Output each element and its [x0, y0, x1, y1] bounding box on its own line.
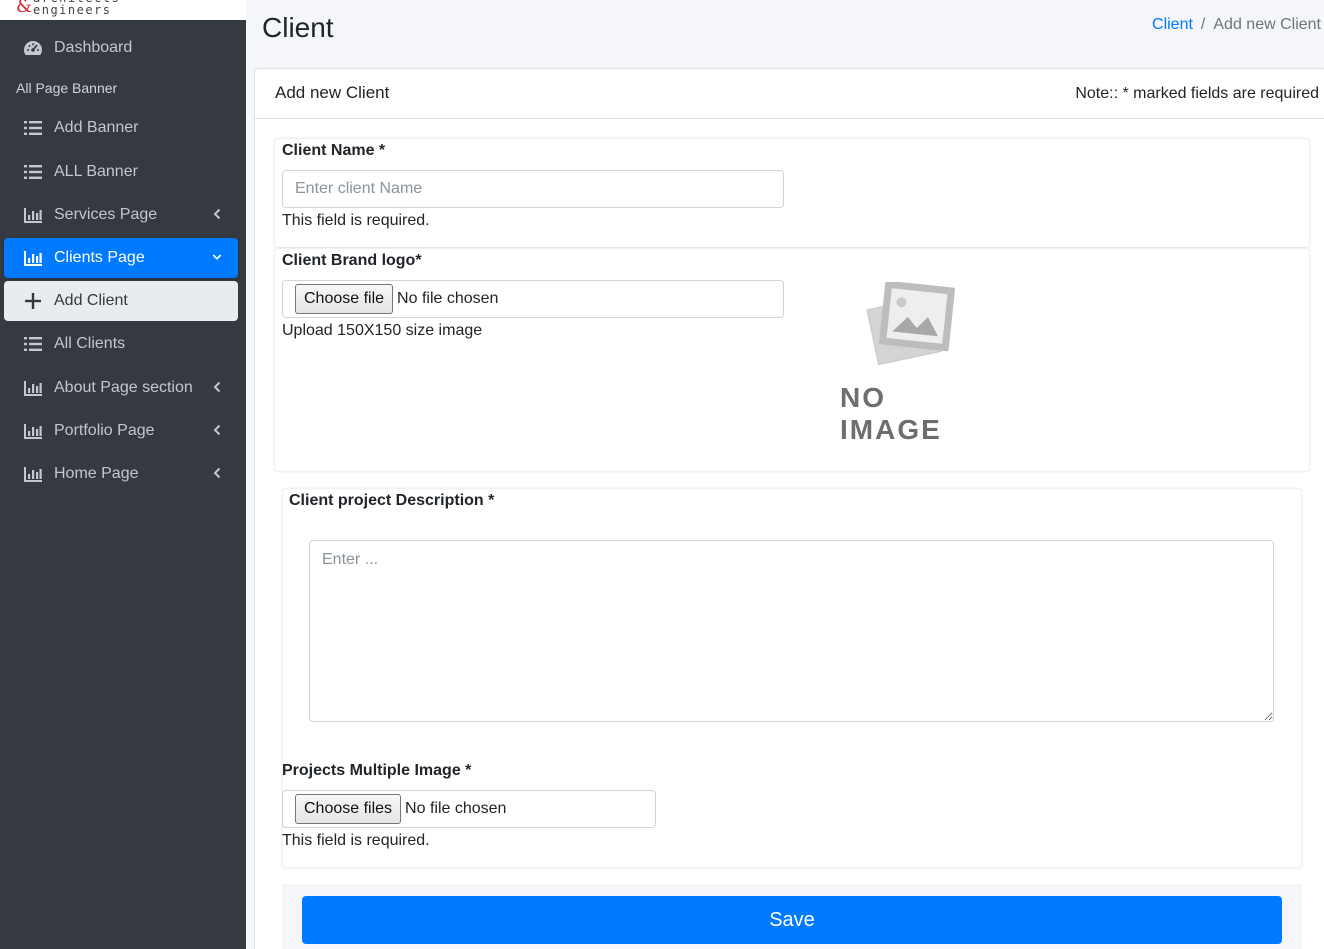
breadcrumb: Client / Add new Client [1152, 16, 1321, 34]
description-textarea[interactable] [309, 540, 1274, 722]
sidebar-item-label: Clients Page [54, 249, 145, 266]
chevron-left-icon [212, 207, 222, 221]
brand-logo-label: Client Brand logo* [282, 252, 422, 269]
multiple-image-label: Projects Multiple Image * [282, 762, 472, 779]
sidebar-item-label: About Page section [54, 379, 193, 396]
client-name-error: This field is required. [282, 212, 430, 229]
chevron-left-icon [212, 466, 222, 480]
chevron-down-icon [212, 250, 222, 264]
sidebar-item-dashboard[interactable]: Dashboard [4, 28, 238, 68]
file-status: No file chosen [397, 290, 499, 307]
sidebar-item-about-page-section[interactable]: About Page section [4, 368, 238, 408]
brand-logo-help: Upload 150X150 size image [282, 322, 483, 339]
page-title: Client [262, 12, 334, 43]
sidebar-item-services-page[interactable]: Services Page [4, 195, 238, 235]
sidebar: architects & engineers Dashboard All Pag… [0, 0, 246, 949]
chart-bar-icon [23, 378, 43, 398]
plus-icon [23, 291, 43, 311]
choose-files-button[interactable]: Choose files [295, 794, 402, 824]
list-icon [23, 334, 43, 354]
no-image-text: NO IMAGE [840, 382, 942, 445]
client-name-input[interactable] [282, 170, 784, 208]
files-status: No file chosen [405, 800, 507, 817]
sidebar-item-home-page[interactable]: Home Page [4, 454, 238, 494]
sidebar-item-clients-page[interactable]: Clients Page [4, 238, 238, 278]
save-button[interactable]: Save [302, 896, 1282, 944]
chart-bar-icon [23, 464, 43, 484]
tachometer-icon [23, 38, 43, 58]
sidebar-item-label: Services Page [54, 206, 158, 223]
description-label: Client project Description * [289, 492, 495, 509]
list-icon [23, 118, 43, 138]
sidebar-item-all-banner[interactable]: ALL Banner [4, 152, 238, 192]
image-placeholder-icon [866, 282, 955, 366]
chart-bar-icon [23, 421, 43, 441]
breadcrumb-link-client[interactable]: Client [1152, 16, 1193, 34]
sidebar-item-label: Add Client [54, 292, 128, 309]
multiple-image-error: This field is required. [282, 832, 430, 849]
sidebar-item-label: Portfolio Page [54, 422, 155, 439]
sidebar-item-label: Add Banner [54, 119, 139, 136]
client-name-label: Client Name * [282, 142, 386, 159]
chart-bar-icon [23, 205, 43, 225]
brand-ampersand: & [16, 0, 33, 17]
sidebar-section-header: All Page Banner [16, 80, 118, 96]
brand-logo[interactable]: architects & engineers [0, 0, 246, 20]
required-note: Note:: * marked fields are required [1075, 85, 1319, 102]
sidebar-item-label: Home Page [54, 465, 139, 482]
sidebar-item-add-banner[interactable]: Add Banner [4, 108, 238, 148]
sidebar-item-label: All Clients [54, 335, 126, 352]
chart-bar-icon [23, 248, 43, 268]
chevron-left-icon [212, 423, 222, 437]
list-icon [23, 162, 43, 182]
sidebar-item-label: ALL Banner [54, 163, 138, 180]
card-title: Add new Client [275, 83, 390, 102]
brand-word: engineers [33, 3, 112, 17]
sidebar-item-label: Dashboard [54, 39, 133, 56]
sidebar-item-add-client[interactable]: Add Client [4, 281, 238, 321]
sidebar-item-all-clients[interactable]: All Clients [4, 324, 238, 364]
card-header: Add new Client Note:: * marked fields ar… [255, 69, 1324, 119]
multiple-image-file-input[interactable]: Choose files No file chosen [282, 790, 656, 828]
no-image-preview: NO IMAGE [838, 282, 988, 445]
brand-logo-file-input[interactable]: Choose file No file chosen [282, 280, 784, 318]
breadcrumb-separator: / [1200, 16, 1206, 33]
choose-file-button[interactable]: Choose file [295, 284, 394, 314]
breadcrumb-current: Add new Client [1213, 16, 1321, 33]
chevron-left-icon [212, 380, 222, 394]
sidebar-item-portfolio-page[interactable]: Portfolio Page [4, 411, 238, 451]
